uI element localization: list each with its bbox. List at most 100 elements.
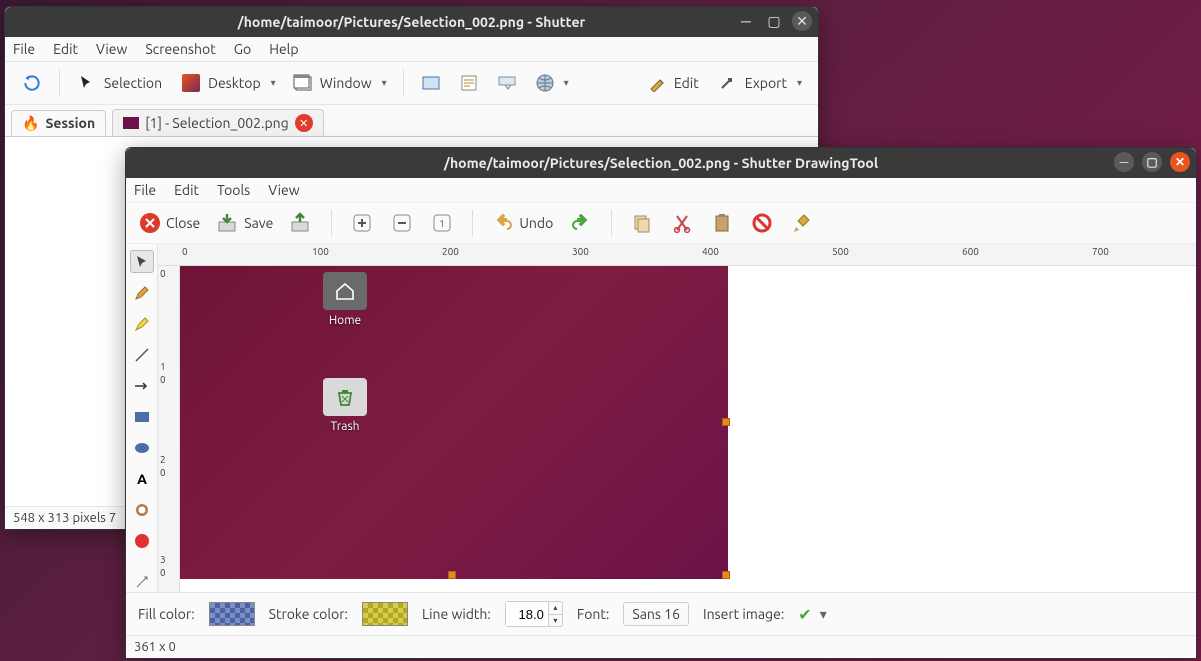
chevron-down-icon[interactable]: ▾ [378, 77, 387, 89]
menu-file[interactable]: File [134, 182, 156, 198]
copy-icon [630, 211, 654, 235]
copy-button[interactable] [626, 209, 658, 237]
window-title: /home/taimoor/Pictures/Selection_002.png… [13, 14, 810, 30]
selection-handle[interactable] [722, 418, 730, 426]
tool-rect[interactable] [130, 405, 154, 428]
canvas[interactable]: 0 100 200 300 400 500 600 700 0 1 0 2 0 … [158, 244, 1196, 592]
tab-current-image[interactable]: [1] - Selection_002.png ✕ [112, 109, 324, 136]
close-button[interactable]: Close [134, 209, 204, 237]
tool-pencil[interactable] [130, 281, 154, 304]
minimize-button[interactable]: ─ [736, 11, 756, 31]
font-picker[interactable]: Sans 16 [623, 602, 689, 626]
menu-edit[interactable]: Edit [174, 182, 199, 198]
zoom-out-button[interactable] [386, 209, 418, 237]
selection-tool[interactable]: Selection [70, 68, 170, 98]
note-icon [458, 72, 480, 94]
tool-arrow[interactable] [130, 374, 154, 397]
ruler-tick: 200 [442, 246, 459, 257]
zoom-fit-button[interactable]: 1 [426, 209, 458, 237]
export-button[interactable]: Export ▾ [711, 68, 808, 98]
menu-view[interactable]: View [96, 41, 127, 57]
zoom-in-button[interactable] [346, 209, 378, 237]
menu-tools[interactable]: Tools [217, 182, 250, 198]
tool-ellipse[interactable] [130, 437, 154, 460]
menu-go[interactable]: Go [234, 41, 251, 57]
cut-button[interactable] [666, 209, 698, 237]
shutter-toolbar: Selection Desktop ▾ Window ▾ ▾ Edit [5, 61, 818, 105]
tool-blur[interactable] [130, 499, 154, 522]
capture-tooltip[interactable] [490, 68, 524, 98]
ruler-tick: 100 [312, 246, 329, 257]
tab-session[interactable]: 🔥 Session [11, 110, 106, 136]
save-button[interactable]: Save [212, 209, 277, 237]
tab-session-label: Session [45, 115, 95, 131]
desktop-icon [180, 72, 202, 94]
saveas-button[interactable] [285, 209, 317, 237]
undo-button[interactable]: Undo [487, 209, 557, 237]
edit-button[interactable]: Edit [640, 68, 707, 98]
linewidth-input[interactable] [506, 602, 548, 626]
tool-number[interactable] [130, 530, 154, 553]
capture-note[interactable] [452, 68, 486, 98]
fill-color-swatch[interactable] [209, 602, 255, 626]
window-capture[interactable]: Window ▾ [286, 68, 393, 98]
chevron-down-icon[interactable]: ▾ [267, 77, 276, 89]
close-button[interactable]: ✕ [792, 11, 812, 31]
tool-pointer[interactable] [130, 250, 154, 273]
maximize-button[interactable]: ▢ [1142, 152, 1162, 172]
ruler-tick: 700 [1092, 246, 1109, 257]
close-label: Close [166, 215, 200, 231]
menu-file[interactable]: File [13, 41, 35, 57]
edited-image[interactable]: Home Trash [180, 266, 728, 579]
linewidth-up[interactable]: ▴ [548, 602, 562, 614]
tool-line[interactable] [130, 343, 154, 366]
no-entry-icon [750, 211, 774, 235]
broom-icon [790, 211, 814, 235]
insert-image-button[interactable]: ✔ ▾ [798, 605, 826, 624]
selection-handle[interactable] [722, 571, 730, 579]
menu-help[interactable]: Help [269, 41, 298, 57]
chevron-down-icon[interactable]: ▾ [560, 77, 569, 89]
tooltip-icon [496, 72, 518, 94]
ruler-tick: 0 [160, 268, 166, 279]
delete-button[interactable] [746, 209, 778, 237]
undo-icon [491, 211, 515, 235]
redo-button[interactable] [565, 209, 597, 237]
editing-area: A 0 100 200 300 400 500 600 700 0 1 0 2 [126, 244, 1196, 592]
stroke-color-swatch[interactable] [362, 602, 408, 626]
minimize-button[interactable]: ─ [1114, 152, 1134, 172]
capture-area[interactable] [414, 68, 448, 98]
tool-text[interactable]: A [130, 468, 154, 491]
linewidth-down[interactable]: ▾ [548, 614, 562, 626]
menu-edit[interactable]: Edit [53, 41, 78, 57]
selection-handle[interactable] [448, 571, 456, 579]
shutter-titlebar[interactable]: /home/taimoor/Pictures/Selection_002.png… [5, 7, 818, 37]
tool-crop[interactable] [130, 569, 154, 592]
canvas-surface[interactable]: Home Trash [180, 266, 1196, 592]
ruler-tick: 0 [160, 374, 166, 385]
capture-web[interactable]: ▾ [528, 68, 575, 98]
drawingtool-status: 361 x 0 [126, 635, 1196, 658]
menu-screenshot[interactable]: Screenshot [145, 41, 215, 57]
desktop-home-folder: Home [320, 272, 370, 327]
tab-close-button[interactable]: ✕ [295, 114, 313, 132]
chevron-down-icon[interactable]: ▾ [820, 606, 827, 623]
desktop-trash: Trash [320, 378, 370, 433]
paste-button[interactable] [706, 209, 738, 237]
menu-view[interactable]: View [268, 182, 299, 198]
drawingtool-titlebar[interactable]: /home/taimoor/Pictures/Selection_002.png… [126, 148, 1196, 178]
ruler-tick: 0 [160, 467, 166, 478]
desktop-capture[interactable]: Desktop ▾ [174, 68, 282, 98]
drawingtool-window: /home/taimoor/Pictures/Selection_002.png… [125, 147, 1197, 659]
ruler-tick: 3 [160, 554, 166, 565]
close-button[interactable]: ✕ [1170, 152, 1190, 172]
shutter-tabs: 🔥 Session [1] - Selection_002.png ✕ [5, 105, 818, 136]
redo-button[interactable] [15, 68, 49, 98]
tool-highlighter[interactable] [130, 312, 154, 335]
linewidth-label: Line width: [422, 606, 491, 622]
chevron-down-icon[interactable]: ▾ [793, 77, 802, 89]
linewidth-spinbox[interactable]: ▴ ▾ [505, 601, 563, 627]
clear-button[interactable] [786, 209, 818, 237]
svg-text:A: A [137, 471, 147, 487]
maximize-button[interactable]: ▢ [764, 11, 784, 31]
